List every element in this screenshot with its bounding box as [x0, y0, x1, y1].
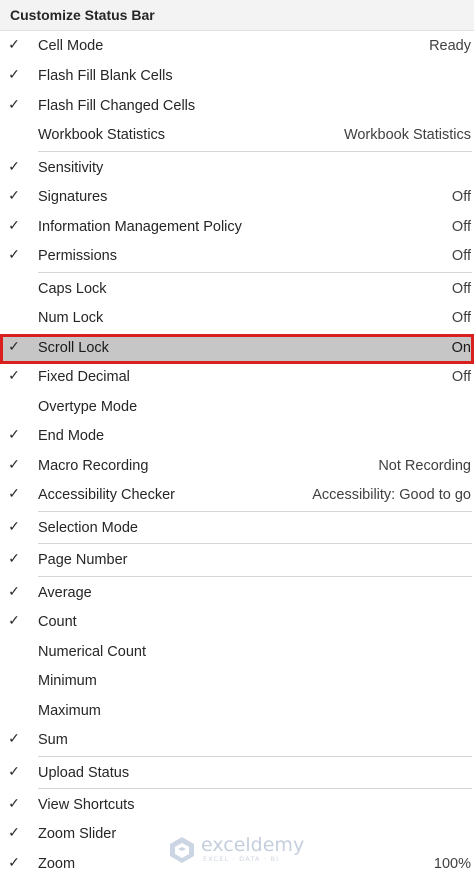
menu-separator	[38, 272, 472, 273]
menu-item-workbook-statistics[interactable]: Workbook Statistics Workbook Statistics	[0, 121, 474, 151]
menu-item-zoom[interactable]: ✓ Zoom 100%	[0, 850, 474, 880]
menu-item-overtype-mode[interactable]: Overtype Mode	[0, 393, 474, 423]
menu-item-num-lock[interactable]: Num Lock Off	[0, 304, 474, 334]
menu-item-accessibility-checker[interactable]: ✓ Accessibility Checker Accessibility: Goo…	[0, 481, 474, 511]
checkmark-icon: ✓	[8, 763, 20, 779]
checkmark-icon: ✓	[8, 367, 20, 383]
menu-item-information-management-policy[interactable]: ✓ Information Management Policy Off	[0, 213, 474, 243]
menu-item-value: 100%	[433, 856, 471, 872]
menu-item-value: Off	[451, 281, 471, 297]
menu-item-label: Cell Mode	[38, 38, 104, 54]
checkmark-icon: ✓	[8, 187, 20, 203]
menu-item-label: Selection Mode	[38, 520, 138, 536]
menu-item-maximum[interactable]: Maximum	[0, 697, 474, 727]
menu-item-numerical-count[interactable]: Numerical Count	[0, 638, 474, 668]
menu-item-fixed-decimal[interactable]: ✓ Fixed Decimal Off	[0, 363, 474, 393]
menu-separator	[38, 151, 472, 152]
menu-item-count[interactable]: ✓ Count	[0, 608, 474, 638]
menu-item-label: Overtype Mode	[38, 399, 138, 415]
checkmark-icon: ✓	[8, 730, 20, 746]
menu-item-selection-mode[interactable]: ✓ Selection Mode	[0, 514, 474, 544]
menu-item-value: Off	[451, 248, 471, 264]
menu-item-value: Off	[451, 219, 471, 235]
menu-item-value: Workbook Statistics	[343, 127, 471, 143]
checkmark-icon: ✓	[8, 456, 20, 472]
menu-item-flash-fill-changed-cells[interactable]: ✓ Flash Fill Changed Cells	[0, 92, 474, 122]
menu-item-macro-recording[interactable]: ✓ Macro Recording Not Recording	[0, 452, 474, 482]
menu-item-label: Num Lock	[38, 310, 104, 326]
checkmark-icon: ✓	[8, 36, 20, 52]
menu-item-label: Signatures	[38, 189, 108, 205]
checkmark-icon: ✓	[8, 550, 20, 566]
menu-item-value: On	[451, 340, 471, 356]
menu-item-label: View Shortcuts	[38, 797, 135, 813]
menu-separator	[38, 788, 472, 789]
menu-item-label: Zoom Slider	[38, 826, 117, 842]
checkmark-icon: ✓	[8, 426, 20, 442]
menu-item-value: Ready	[429, 38, 471, 54]
checkmark-icon: ✓	[8, 854, 20, 870]
menu-item-label: Sum	[38, 732, 68, 748]
menu-item-label: Permissions	[38, 248, 117, 264]
menu-item-value: Not Recording	[378, 458, 471, 474]
checkmark-icon: ✓	[8, 518, 20, 534]
menu-item-sensitivity[interactable]: ✓ Sensitivity	[0, 154, 474, 184]
menu-item-label: Flash Fill Blank Cells	[38, 68, 173, 84]
menu-item-label: Macro Recording	[38, 458, 149, 474]
menu-item-label: Fixed Decimal	[38, 369, 130, 385]
menu-item-label: Average	[38, 585, 92, 601]
menu-separator	[38, 576, 472, 577]
menu-item-label: Zoom	[38, 856, 76, 872]
menu-item-label: Sensitivity	[38, 160, 104, 176]
menu-item-label: Minimum	[38, 673, 97, 689]
menu-item-upload-status[interactable]: ✓ Upload Status	[0, 759, 474, 789]
checkmark-icon: ✓	[8, 246, 20, 262]
menu-header: Customize Status Bar	[0, 0, 474, 31]
menu-item-average[interactable]: ✓ Average	[0, 579, 474, 609]
menu-separator	[38, 511, 472, 512]
checkmark-icon: ✓	[8, 96, 20, 112]
menu-item-value: Off	[451, 369, 471, 385]
menu-item-value: Off	[451, 189, 471, 205]
menu-item-flash-fill-blank-cells[interactable]: ✓ Flash Fill Blank Cells	[0, 62, 474, 92]
checkmark-icon: ✓	[8, 158, 20, 174]
menu-item-label: Page Number	[38, 552, 128, 568]
menu-item-value: Accessibility: Good to go	[312, 487, 471, 503]
customize-status-bar-menu: Customize Status Bar ✓ Cell Mode Ready ✓ Fla…	[0, 0, 474, 881]
menu-item-label: Information Management Policy	[38, 219, 242, 235]
menu-item-view-shortcuts[interactable]: ✓ View Shortcuts	[0, 791, 474, 821]
menu-item-label: Flash Fill Changed Cells	[38, 98, 196, 114]
menu-item-caps-lock[interactable]: Caps Lock Off	[0, 275, 474, 305]
menu-separator	[38, 543, 472, 544]
checkmark-icon: ✓	[8, 338, 20, 354]
menu-item-label: Scroll Lock	[38, 340, 109, 356]
checkmark-icon: ✓	[8, 66, 20, 82]
menu-item-label: Numerical Count	[38, 644, 146, 660]
checkmark-icon: ✓	[8, 795, 20, 811]
menu-item-minimum[interactable]: Minimum	[0, 667, 474, 697]
menu-item-zoom-slider[interactable]: ✓ Zoom Slider	[0, 820, 474, 850]
checkmark-icon: ✓	[8, 824, 20, 840]
menu-item-label: Caps Lock	[38, 281, 107, 297]
menu-item-scroll-lock[interactable]: ✓ Scroll Lock On	[0, 334, 474, 364]
menu-item-label: Upload Status	[38, 765, 130, 781]
menu-item-label: Accessibility Checker	[38, 487, 175, 503]
menu-item-value: Off	[451, 310, 471, 326]
checkmark-icon: ✓	[8, 485, 20, 501]
menu-item-end-mode[interactable]: ✓ End Mode	[0, 422, 474, 452]
checkmark-icon: ✓	[8, 583, 20, 599]
menu-item-page-number[interactable]: ✓ Page Number	[0, 546, 474, 576]
menu-item-signatures[interactable]: ✓ Signatures Off	[0, 183, 474, 213]
menu-item-permissions[interactable]: ✓ Permissions Off	[0, 242, 474, 272]
checkmark-icon: ✓	[8, 217, 20, 233]
menu-item-label: End Mode	[38, 428, 105, 444]
menu-item-label: Maximum	[38, 703, 101, 719]
menu-item-label: Count	[38, 614, 77, 630]
menu-item-label: Workbook Statistics	[38, 127, 166, 143]
menu-item-cell-mode[interactable]: ✓ Cell Mode Ready	[0, 32, 474, 62]
checkmark-icon: ✓	[8, 612, 20, 628]
menu-title: Customize Status Bar	[10, 7, 155, 23]
menu-item-sum[interactable]: ✓ Sum	[0, 726, 474, 756]
menu-separator	[38, 756, 472, 757]
